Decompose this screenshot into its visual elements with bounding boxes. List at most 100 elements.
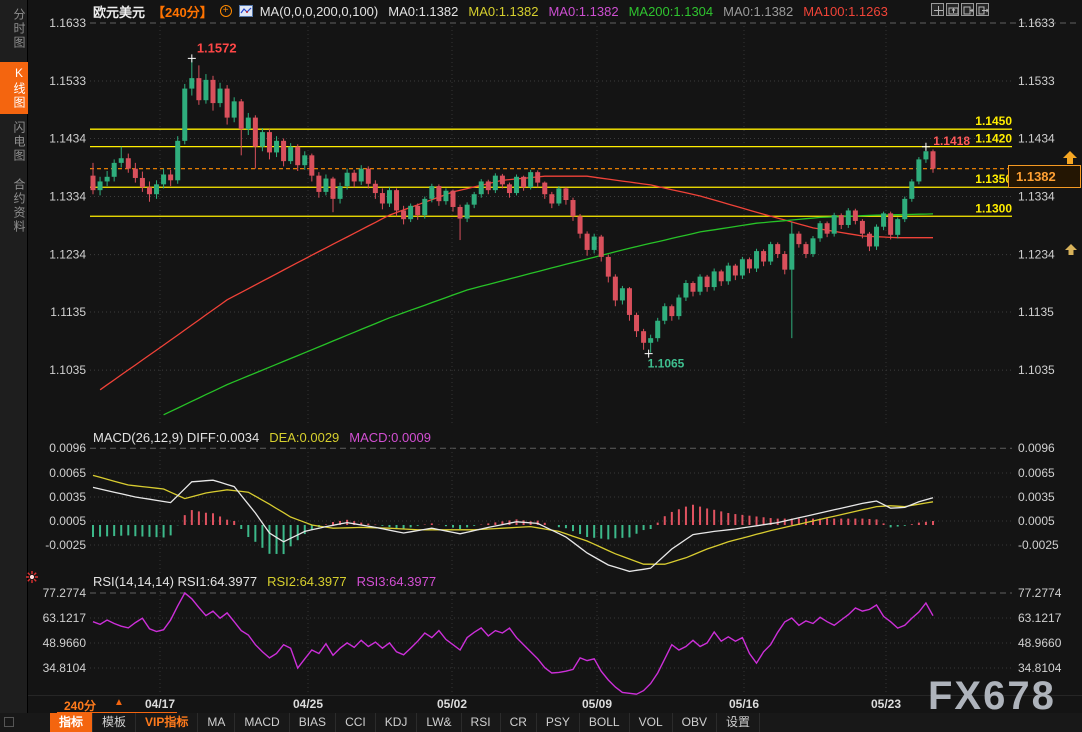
date-label: 04/25 (293, 697, 323, 711)
candle (140, 178, 145, 187)
toolbar-button-CCI[interactable]: CCI (336, 713, 376, 732)
macd-diff-line (93, 480, 933, 571)
toolbar-button-LW&[interactable]: LW& (417, 713, 461, 732)
candle (514, 177, 519, 193)
candle (260, 132, 265, 147)
crosshair-icon[interactable] (931, 3, 944, 16)
candle (634, 315, 639, 331)
toolbar-button-VOL[interactable]: VOL (630, 713, 673, 732)
macd-legend-item: MACD(26,12,9) DIFF:0.0034 (93, 430, 259, 445)
candle (401, 210, 406, 219)
toolbar-button-RSI[interactable]: RSI (462, 713, 501, 732)
ma-legend-item: MA(0,0,0,200,0,100) (260, 4, 379, 19)
triangle-up-icon[interactable]: ▲ (114, 697, 124, 708)
level-label: 1.1420 (975, 132, 1012, 146)
indicator-toolbar: 指标模板VIP指标MAMACDBIASCCIKDJLW&RSICRPSYBOLL… (0, 713, 1082, 732)
candle (330, 179, 335, 199)
rsi-legend-item: RSI3:64.3977 (357, 574, 437, 589)
candle (225, 89, 230, 118)
candle (570, 200, 575, 216)
candle (267, 132, 272, 152)
macd-legend: MACD(26,12,9) DIFF:0.0034DEA:0.0029MACD:… (93, 430, 431, 445)
candle (825, 223, 830, 233)
macd-dea-line (93, 475, 933, 564)
alert-icon[interactable] (25, 570, 39, 584)
candle (923, 151, 928, 159)
rsi-axis-label-right: 77.2774 (1018, 586, 1062, 600)
candle (761, 251, 766, 261)
candle (585, 234, 590, 250)
price-axis-label-left: 1.1633 (49, 16, 86, 30)
sidebar-tab-contract-info[interactable]: 合约资料 (0, 174, 28, 238)
symbol-name: 欧元美元 (93, 2, 145, 21)
candle (782, 254, 787, 270)
candle (655, 321, 660, 338)
price-axis-label-left: 1.1334 (49, 190, 86, 204)
candle (288, 147, 293, 162)
macd-axis-label-right: 0.0005 (1018, 514, 1055, 528)
toolbar-button-BOLL[interactable]: BOLL (580, 713, 630, 732)
toolbar-button-VIP指标[interactable]: VIP指标 (136, 713, 198, 732)
candle (818, 223, 823, 238)
candle (359, 169, 364, 182)
candle (775, 244, 780, 254)
candle (274, 141, 279, 153)
macd-axis-label-right: -0.0025 (1018, 538, 1059, 552)
rsi-legend-item: RSI2:64.3977 (267, 574, 347, 589)
candle (549, 194, 554, 203)
candle (712, 271, 717, 287)
new-pane-icon[interactable] (946, 3, 959, 16)
candle (352, 173, 357, 182)
ma-legend-item: MA0:1.1382 (548, 4, 618, 19)
toolbar-button-CR[interactable]: CR (501, 713, 537, 732)
candle (648, 338, 653, 343)
mini-chart-icon[interactable] (239, 5, 253, 17)
candle (253, 118, 258, 147)
toolbar-button-设置[interactable]: 设置 (717, 713, 760, 732)
toolbar-button-KDJ[interactable]: KDJ (376, 713, 418, 732)
next-pane-icon[interactable] (961, 3, 974, 16)
sidebar-tab-lightning-chart[interactable]: 闪电图 (0, 117, 28, 167)
candle (867, 234, 872, 247)
recent-high-label: 1.1418 (933, 134, 970, 148)
candle (119, 158, 124, 163)
candle (443, 191, 448, 201)
cross-marker (188, 54, 196, 62)
sidebar-tab-kline-chart[interactable]: K线图 (0, 62, 28, 114)
chart-canvas[interactable]: 1.16331.16331.15331.15331.14341.14341.13… (0, 0, 1082, 732)
candle (126, 158, 131, 168)
toolbar-button-指标[interactable]: 指标 (50, 713, 93, 732)
level-label: 1.1300 (975, 201, 1012, 215)
macd-axis-label-left: 0.0065 (49, 466, 86, 480)
ma-legend-item: MA0:1.1382 (388, 4, 458, 19)
toolbar-button-MA[interactable]: MA (198, 713, 235, 732)
collapse-icon[interactable] (4, 717, 14, 727)
circle-plus-icon[interactable]: + (220, 5, 232, 17)
toolbar-button-PSY[interactable]: PSY (537, 713, 580, 732)
sidebar-tab-time-chart[interactable]: 分时图 (0, 4, 28, 54)
candle (394, 190, 399, 210)
price-axis-label-left: 1.1533 (49, 74, 86, 88)
candle (112, 163, 117, 177)
candle (105, 177, 110, 182)
candle (556, 188, 561, 203)
rsi-axis-label-right: 34.8104 (1018, 661, 1062, 675)
candle (606, 257, 611, 277)
toolbar-button-OBV[interactable]: OBV (673, 713, 717, 732)
candle (338, 186, 343, 199)
toolbar-button-MACD[interactable]: MACD (235, 713, 289, 732)
candle (832, 215, 837, 234)
toolbar-button-BIAS[interactable]: BIAS (290, 713, 336, 732)
candle (902, 199, 907, 219)
macd-legend-item: MACD:0.0009 (349, 430, 431, 445)
rsi-line (93, 593, 933, 694)
candle (465, 205, 470, 219)
candle (387, 190, 392, 203)
candle (175, 141, 180, 180)
candle (881, 213, 886, 226)
candle (641, 331, 646, 343)
price-axis-label-left: 1.1135 (50, 305, 86, 319)
low-price-label: 1.1065 (648, 357, 685, 371)
pop-out-icon[interactable] (976, 3, 989, 16)
toolbar-button-模板[interactable]: 模板 (93, 713, 136, 732)
